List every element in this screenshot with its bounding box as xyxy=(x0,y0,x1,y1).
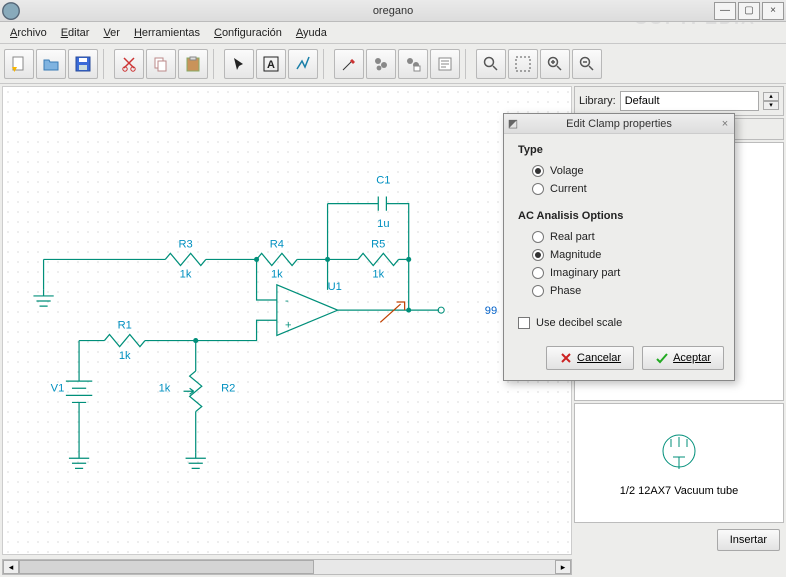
part-name: 1/2 12AX7 Vacuum tube xyxy=(620,485,738,497)
scroll-right-arrow[interactable]: ▸ xyxy=(555,560,571,574)
open-button[interactable] xyxy=(36,49,66,79)
zoom-area-button[interactable] xyxy=(476,49,506,79)
log-button[interactable] xyxy=(430,49,460,79)
accept-button[interactable]: Aceptar xyxy=(642,346,724,370)
r4-val: 1k xyxy=(271,269,283,281)
svg-text:A: A xyxy=(267,59,275,71)
library-label: Library: xyxy=(579,95,616,107)
dialog-close-button[interactable]: × xyxy=(716,118,734,130)
c1-val: 1u xyxy=(377,218,389,230)
u1-ref: U1 xyxy=(328,281,342,293)
scroll-left-arrow[interactable]: ◂ xyxy=(3,560,19,574)
zoom-in-button[interactable] xyxy=(540,49,570,79)
menubar: Archivo Editar Ver Herramientas Configur… xyxy=(0,22,786,44)
radio-icon xyxy=(532,249,544,261)
probe-tool-button[interactable] xyxy=(334,49,364,79)
radio-icon xyxy=(532,231,544,243)
cut-button[interactable] xyxy=(114,49,144,79)
radio-icon xyxy=(532,267,544,279)
window-title: oregano xyxy=(0,5,786,17)
toolbar: A xyxy=(0,44,786,84)
close-button[interactable]: × xyxy=(762,2,784,20)
save-button[interactable] xyxy=(68,49,98,79)
decibel-checkbox[interactable]: Use decibel scale xyxy=(518,314,720,332)
copy-button[interactable] xyxy=(146,49,176,79)
dialog-title: Edit Clamp properties xyxy=(504,118,734,130)
r5-ref: R5 xyxy=(371,238,385,250)
menu-tools[interactable]: Herramientas xyxy=(128,25,206,41)
library-spin[interactable]: ▴▾ xyxy=(763,92,779,110)
schematic-canvas[interactable]: C1 1u R3 1k R4 1k R5 1k R1 1k R2 xyxy=(2,86,572,555)
scroll-thumb[interactable] xyxy=(19,560,314,574)
r1-ref: R1 xyxy=(118,319,132,331)
minimize-button[interactable]: — xyxy=(714,2,736,20)
r5-val: 1k xyxy=(372,269,384,281)
library-selector-box: Library: Default ▴▾ xyxy=(574,86,784,116)
titlebar: oregano — ▢ × xyxy=(0,0,786,22)
r3-val: 1k xyxy=(180,269,192,281)
library-select[interactable]: Default xyxy=(620,91,759,111)
arrow-tool-button[interactable] xyxy=(224,49,254,79)
r1-val: 1k xyxy=(119,350,131,362)
sim-options-button[interactable] xyxy=(398,49,428,79)
r3-ref: R3 xyxy=(178,238,192,250)
menu-view[interactable]: Ver xyxy=(97,25,126,41)
insert-button[interactable]: Insertar xyxy=(717,529,780,551)
type-current-option[interactable]: Current xyxy=(518,180,720,198)
new-button[interactable] xyxy=(4,49,34,79)
r2-val: 1k xyxy=(159,382,171,394)
clamp-properties-dialog: ◩ Edit Clamp properties × Type Volage Cu… xyxy=(503,113,735,381)
dialog-icon: ◩ xyxy=(504,117,522,130)
text-tool-button[interactable]: A xyxy=(256,49,286,79)
menu-edit[interactable]: Editar xyxy=(55,25,96,41)
type-group-label: Type xyxy=(518,144,720,156)
svg-text:+: + xyxy=(285,319,292,331)
svg-text:-: - xyxy=(285,295,289,307)
zoom-out-button[interactable] xyxy=(572,49,602,79)
zoom-100-button[interactable] xyxy=(508,49,538,79)
radio-icon xyxy=(532,183,544,195)
ac-imaginary-option[interactable]: Imaginary part xyxy=(518,264,720,282)
part-preview: 1/2 12AX7 Vacuum tube xyxy=(574,403,784,523)
maximize-button[interactable]: ▢ xyxy=(738,2,760,20)
radio-icon xyxy=(532,285,544,297)
paste-button[interactable] xyxy=(178,49,208,79)
v1-ref: V1 xyxy=(51,382,65,394)
wire-tool-button[interactable] xyxy=(288,49,318,79)
ac-phase-option[interactable]: Phase xyxy=(518,282,720,300)
menu-help[interactable]: Ayuda xyxy=(290,25,333,41)
app-icon xyxy=(0,0,22,22)
ac-group-label: AC Analisis Options xyxy=(518,210,720,222)
cancel-icon xyxy=(559,351,573,365)
accept-icon xyxy=(655,351,669,365)
library-selected-text: Default xyxy=(625,95,660,107)
ac-magnitude-option[interactable]: Magnitude xyxy=(518,246,720,264)
checkbox-icon xyxy=(518,317,530,329)
simulate-button[interactable] xyxy=(366,49,396,79)
horizontal-scrollbar[interactable]: ◂ ▸ xyxy=(2,559,572,575)
tube-icon xyxy=(649,429,709,479)
menu-config[interactable]: Configuración xyxy=(208,25,288,41)
cancel-button[interactable]: Cancelar xyxy=(546,346,634,370)
r2-ref: R2 xyxy=(221,382,235,394)
c1-ref: C1 xyxy=(376,174,390,186)
r4-ref: R4 xyxy=(270,238,284,250)
menu-file[interactable]: Archivo xyxy=(4,25,53,41)
node-99: 99 xyxy=(485,305,497,317)
radio-icon xyxy=(532,165,544,177)
schematic-svg: C1 1u R3 1k R4 1k R5 1k R1 1k R2 xyxy=(3,87,571,555)
type-voltage-option[interactable]: Volage xyxy=(518,162,720,180)
ac-real-option[interactable]: Real part xyxy=(518,228,720,246)
